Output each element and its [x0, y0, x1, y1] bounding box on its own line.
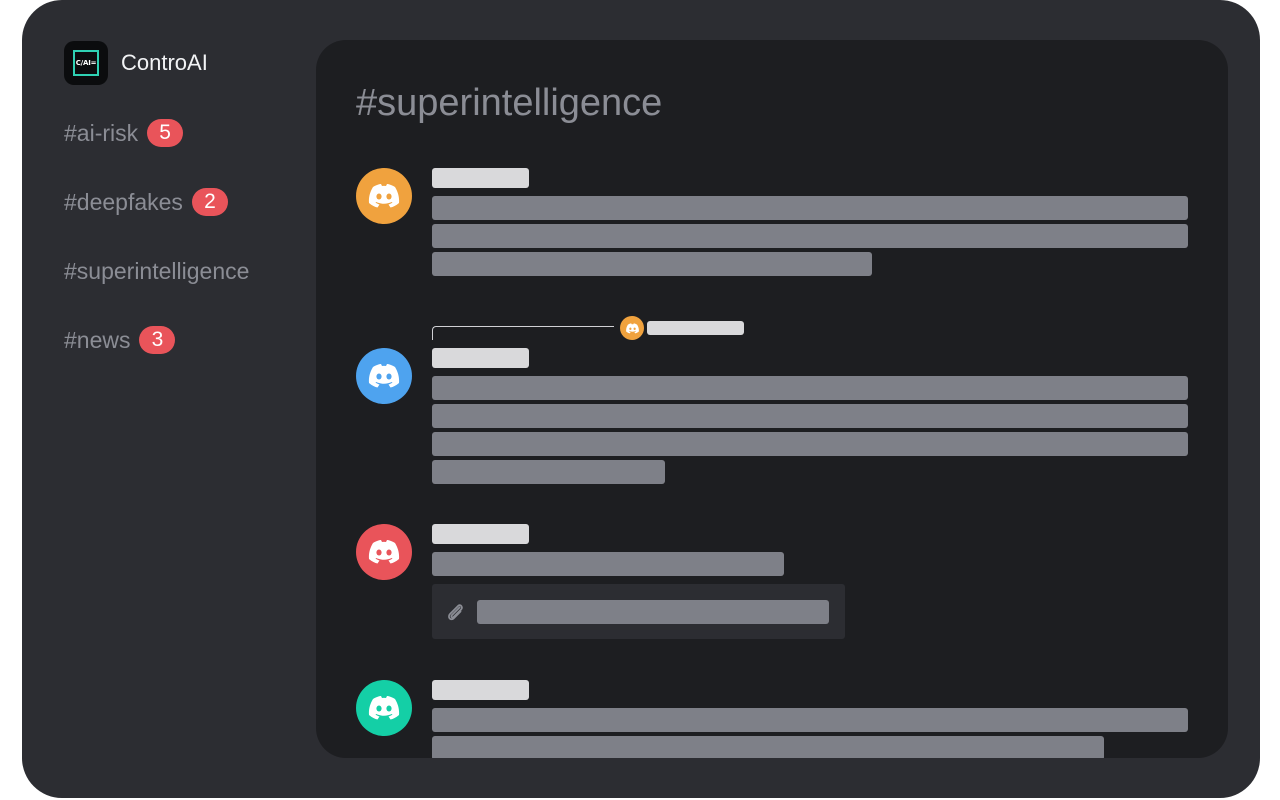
channel-item-ai-risk[interactable]: #ai-risk 5 — [64, 117, 249, 149]
discord-icon — [368, 364, 400, 388]
sidebar: C/AI= ControAI #ai-risk 5 #deepfakes 2 #… — [22, 0, 316, 798]
discord-icon — [368, 540, 400, 564]
message-line-placeholder — [432, 224, 1188, 248]
channel-item-deepfakes[interactable]: #deepfakes 2 — [64, 186, 249, 218]
discord-icon — [625, 322, 639, 333]
file-attachment[interactable] — [432, 584, 845, 639]
message-line-placeholder — [432, 252, 872, 276]
attachment-filename-placeholder — [477, 600, 829, 624]
avatar[interactable] — [356, 348, 412, 404]
reply-connector — [432, 326, 614, 340]
unread-badge: 2 — [191, 188, 228, 216]
avatar[interactable] — [356, 524, 412, 580]
message-line-placeholder — [432, 376, 1188, 400]
reply-author-placeholder — [647, 321, 744, 335]
message-line-placeholder — [432, 552, 784, 576]
message-line-placeholder — [432, 404, 1188, 428]
author-name-placeholder — [432, 680, 529, 700]
message-line-placeholder — [432, 736, 1104, 758]
author-name-placeholder — [432, 168, 529, 188]
unread-badge: 5 — [147, 119, 184, 147]
discord-icon — [368, 696, 400, 720]
channel-label: #news — [64, 326, 131, 353]
message-line-placeholder — [432, 708, 1188, 732]
message-line-placeholder — [432, 432, 1188, 456]
channel-title: #superintelligence — [356, 82, 663, 124]
channel-label: #superintelligence — [64, 257, 250, 284]
brand-name: ControAI — [121, 50, 208, 75]
message-line-placeholder — [432, 460, 665, 484]
discord-icon — [368, 184, 400, 208]
channel-label: #ai-risk — [64, 119, 139, 146]
channel-label: #deepfakes — [64, 188, 183, 215]
avatar[interactable] — [356, 168, 412, 224]
author-name-placeholder — [432, 524, 529, 544]
brand[interactable]: C/AI= ControAI — [64, 41, 208, 85]
chat-panel: #superintelligence — [316, 40, 1228, 758]
channel-item-superintelligence[interactable]: #superintelligence — [64, 255, 249, 287]
message-line-placeholder — [432, 196, 1188, 220]
reply-avatar[interactable] — [620, 316, 644, 340]
app-window: C/AI= ControAI #ai-risk 5 #deepfakes 2 #… — [22, 0, 1260, 798]
author-name-placeholder — [432, 348, 529, 368]
avatar[interactable] — [356, 680, 412, 736]
channel-list: #ai-risk 5 #deepfakes 2 #superintelligen… — [64, 117, 249, 393]
unread-badge: 3 — [139, 326, 176, 354]
logo-mark: C/AI= — [73, 50, 99, 76]
channel-item-news[interactable]: #news 3 — [64, 324, 249, 356]
paperclip-icon — [448, 604, 463, 621]
logo: C/AI= — [64, 41, 108, 85]
